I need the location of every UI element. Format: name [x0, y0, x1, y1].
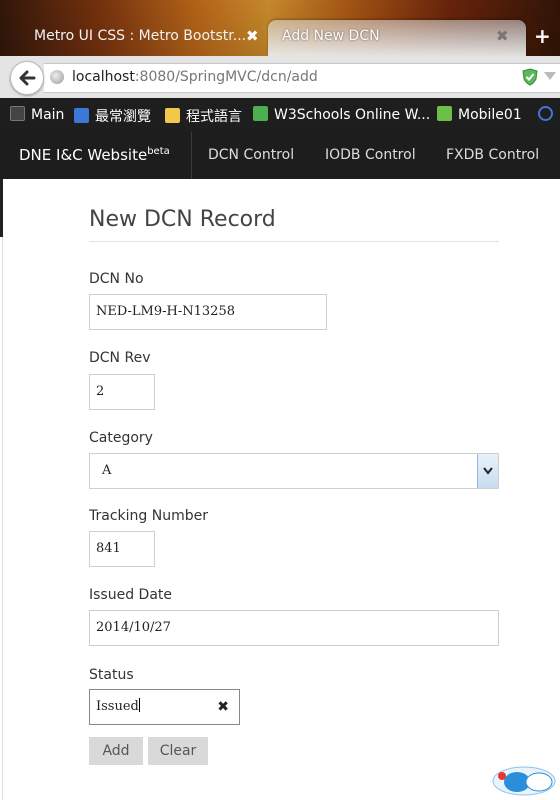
- bookmark-overflow[interactable]: [538, 106, 559, 123]
- nav-iodb-control[interactable]: IODB Control: [325, 147, 416, 163]
- mobile01-icon: [437, 106, 452, 121]
- page-title: New DCN Record: [89, 207, 276, 232]
- text-cursor: [138, 698, 140, 712]
- category-select[interactable]: A: [89, 453, 499, 489]
- chart-icon: [253, 106, 268, 121]
- chevron-down-icon[interactable]: [544, 72, 556, 80]
- folder-icon: [165, 108, 180, 123]
- back-button[interactable]: [10, 61, 44, 95]
- page-icon: [10, 106, 25, 121]
- tracking-number-input[interactable]: 841: [89, 531, 155, 567]
- new-tab-button[interactable]: +: [534, 24, 551, 48]
- bookmark-mobile01[interactable]: Mobile01: [437, 106, 522, 123]
- browser-toolbar: localhost:8080/SpringMVC/dcn/add: [0, 56, 560, 98]
- clear-button[interactable]: Clear: [148, 737, 208, 765]
- status-label: Status: [89, 667, 134, 683]
- close-icon[interactable]: ✖: [246, 27, 259, 45]
- tab-metro-ui[interactable]: Metro UI CSS : Metro Bootstr... ✖: [8, 20, 268, 56]
- status-input[interactable]: Issued ✖: [89, 689, 240, 725]
- issued-date-input[interactable]: 2014/10/27: [89, 610, 499, 646]
- shield-icon[interactable]: [522, 68, 538, 90]
- nav-dcn-control[interactable]: DCN Control: [208, 147, 294, 163]
- nav-fxdb-control[interactable]: FXDB Control: [446, 147, 539, 163]
- category-value: A: [102, 463, 112, 478]
- globe-icon: [538, 106, 553, 121]
- site-navbar: DNE I&C Websitebeta DCN Control IODB Con…: [0, 132, 560, 179]
- dcn-no-input[interactable]: NED-LM9-H-N13258: [89, 294, 327, 330]
- divider: [2, 237, 3, 800]
- url-text: localhost:8080/SpringMVC/dcn/add: [72, 69, 318, 85]
- bookmark-main[interactable]: Main: [10, 106, 64, 123]
- close-icon[interactable]: ✖: [496, 27, 509, 45]
- address-bar[interactable]: localhost:8080/SpringMVC/dcn/add: [44, 63, 560, 93]
- bookmark-w3schools[interactable]: W3Schools Online W...: [253, 106, 430, 123]
- tab-add-new-dcn[interactable]: Add New DCN ✖: [268, 20, 526, 56]
- clear-icon[interactable]: ✖: [217, 700, 229, 714]
- dcn-rev-input[interactable]: 2: [89, 374, 155, 410]
- dcn-rev-label: DCN Rev: [89, 350, 151, 366]
- divider: [191, 132, 192, 179]
- divider: [89, 241, 499, 242]
- dropdown-button[interactable]: [477, 454, 498, 488]
- status-value: Issued: [96, 699, 139, 714]
- brand[interactable]: DNE I&C Websitebeta: [19, 146, 170, 164]
- bookmarks-bar: Main 最常瀏覽 程式語言 W3Schools Online W... Mob…: [0, 98, 560, 132]
- globe-icon: [50, 70, 64, 84]
- category-label: Category: [89, 430, 153, 446]
- add-button[interactable]: Add: [89, 737, 143, 765]
- bookmark-most-visited[interactable]: 最常瀏覽: [74, 106, 151, 126]
- tracking-number-label: Tracking Number: [89, 508, 208, 524]
- divider: [0, 179, 3, 237]
- arrow-left-icon: [19, 70, 36, 86]
- issued-date-label: Issued Date: [89, 587, 173, 603]
- ithome-logo: [492, 766, 556, 796]
- chevron-down-icon: [483, 467, 493, 475]
- tab-title: Metro UI CSS : Metro Bootstr...: [34, 28, 247, 44]
- dcn-no-label: DCN No: [89, 271, 144, 287]
- search-icon: [74, 108, 89, 123]
- tab-title: Add New DCN: [282, 28, 380, 44]
- bookmark-programming[interactable]: 程式語言: [165, 106, 242, 126]
